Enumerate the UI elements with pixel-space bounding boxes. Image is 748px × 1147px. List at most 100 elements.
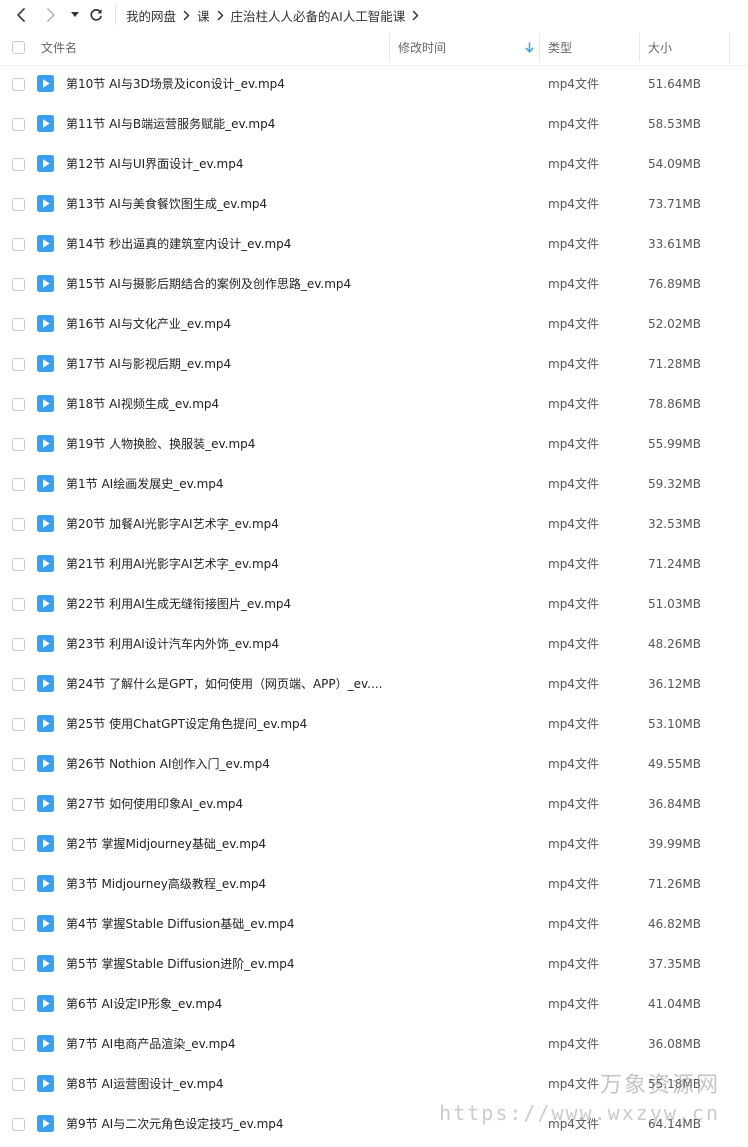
breadcrumb-item-current[interactable]: 庄治柱人人必备的AI人工智能课 [231, 6, 406, 25]
file-name[interactable]: 第17节 AI与影视后期_ev.mp4 [66, 344, 231, 384]
file-row[interactable]: 第1节 AI绘画发展史_ev.mp4 mp4文件 59.32MB [0, 464, 748, 504]
file-row[interactable]: 第21节 利用AI光影字AI艺术字_ev.mp4 mp4文件 71.24MB [0, 544, 748, 584]
file-row[interactable]: 第17节 AI与影视后期_ev.mp4 mp4文件 71.28MB [0, 344, 748, 384]
row-checkbox[interactable] [12, 638, 25, 651]
row-checkbox[interactable] [12, 318, 25, 331]
file-name[interactable]: 第16节 AI与文化产业_ev.mp4 [66, 304, 231, 344]
file-row[interactable]: 第6节 AI设定IP形象_ev.mp4 mp4文件 41.04MB [0, 984, 748, 1024]
file-name[interactable]: 第1节 AI绘画发展史_ev.mp4 [66, 464, 224, 504]
row-checkbox[interactable] [12, 278, 25, 291]
file-row[interactable]: 第5节 掌握Stable Diffusion进阶_ev.mp4 mp4文件 37.3… [0, 944, 748, 984]
column-type[interactable]: 类型 [548, 30, 572, 65]
row-checkbox[interactable] [12, 958, 25, 971]
row-checkbox[interactable] [12, 838, 25, 851]
row-checkbox[interactable] [12, 78, 25, 91]
file-row[interactable]: 第4节 掌握Stable Diffusion基础_ev.mp4 mp4文件 46.8… [0, 904, 748, 944]
file-row[interactable]: 第8节 AI运营图设计_ev.mp4 mp4文件 55.18MB [0, 1064, 748, 1104]
file-name[interactable]: 第21节 利用AI光影字AI艺术字_ev.mp4 [66, 544, 279, 584]
file-name[interactable]: 第27节 如何使用印象AI_ev.mp4 [66, 784, 243, 824]
file-name[interactable]: 第23节 利用AI设计汽车内外饰_ev.mp4 [66, 624, 279, 664]
row-checkbox[interactable] [12, 1038, 25, 1051]
row-checkbox[interactable] [12, 398, 25, 411]
chevron-right-icon[interactable] [412, 10, 419, 21]
row-checkbox[interactable] [12, 798, 25, 811]
file-row[interactable]: 第23节 利用AI设计汽车内外饰_ev.mp4 mp4文件 48.26MB [0, 624, 748, 664]
file-row[interactable]: 第10节 AI与3D场景及icon设计_ev.mp4 mp4文件 51.64MB [0, 64, 748, 104]
file-row[interactable]: 第18节 AI视频生成_ev.mp4 mp4文件 78.86MB [0, 384, 748, 424]
file-name[interactable]: 第19节 人物换脸、换服装_ev.mp4 [66, 424, 255, 464]
file-row[interactable]: 第14节 秒出逼真的建筑室内设计_ev.mp4 mp4文件 33.61MB [0, 224, 748, 264]
file-name[interactable]: 第9节 AI与二次元角色设定技巧_ev.mp4 [66, 1104, 284, 1144]
file-row[interactable]: 第19节 人物换脸、换服装_ev.mp4 mp4文件 55.99MB [0, 424, 748, 464]
file-name[interactable]: 第8节 AI运营图设计_ev.mp4 [66, 1064, 224, 1104]
file-name[interactable]: 第15节 AI与摄影后期结合的案例及创作思路_ev.mp4 [66, 264, 351, 304]
file-row[interactable]: 第24节 了解什么是GPT，如何使用（网页端、APP）_ev.... mp4文件 3… [0, 664, 748, 704]
file-name[interactable]: 第5节 掌握Stable Diffusion进阶_ev.mp4 [66, 944, 295, 984]
file-name[interactable]: 第24节 了解什么是GPT，如何使用（网页端、APP）_ev.... [66, 664, 382, 704]
column-divider[interactable] [539, 33, 540, 62]
file-name[interactable]: 第3节 Midjourney高级教程_ev.mp4 [66, 864, 266, 904]
file-row[interactable]: 第20节 加餐AI光影字AI艺术字_ev.mp4 mp4文件 32.53MB [0, 504, 748, 544]
file-name[interactable]: 第6节 AI设定IP形象_ev.mp4 [66, 984, 222, 1024]
row-checkbox[interactable] [12, 438, 25, 451]
row-checkbox[interactable] [12, 198, 25, 211]
file-name[interactable]: 第22节 利用AI生成无缝衔接图片_ev.mp4 [66, 584, 291, 624]
row-checkbox[interactable] [12, 1078, 25, 1091]
file-row[interactable]: 第12节 AI与UI界面设计_ev.mp4 mp4文件 54.09MB [0, 144, 748, 184]
forward-button[interactable] [40, 0, 62, 30]
row-checkbox[interactable] [12, 118, 25, 131]
breadcrumb-item-root[interactable]: 我的网盘 [126, 6, 176, 25]
file-row[interactable]: 第16节 AI与文化产业_ev.mp4 mp4文件 52.02MB [0, 304, 748, 344]
file-row[interactable]: 第27节 如何使用印象AI_ev.mp4 mp4文件 36.84MB [0, 784, 748, 824]
column-mtime[interactable]: 修改时间 [398, 30, 536, 65]
row-checkbox[interactable] [12, 918, 25, 931]
file-name[interactable]: 第12节 AI与UI界面设计_ev.mp4 [66, 144, 243, 184]
file-name[interactable]: 第4节 掌握Stable Diffusion基础_ev.mp4 [66, 904, 295, 944]
row-checkbox[interactable] [12, 478, 25, 491]
arrow-down-icon[interactable] [525, 42, 534, 53]
row-checkbox[interactable] [12, 878, 25, 891]
refresh-button[interactable] [86, 0, 106, 30]
file-name[interactable]: 第10节 AI与3D场景及icon设计_ev.mp4 [66, 64, 285, 104]
row-checkbox[interactable] [12, 1118, 25, 1131]
file-row[interactable]: 第25节 使用ChatGPT设定角色提问_ev.mp4 mp4文件 53.10MB [0, 704, 748, 744]
file-row[interactable]: 第2节 掌握Midjourney基础_ev.mp4 mp4文件 39.99MB [0, 824, 748, 864]
select-all-checkbox[interactable] [12, 41, 25, 54]
file-name[interactable]: 第13节 AI与美食餐饮图生成_ev.mp4 [66, 184, 267, 224]
row-checkbox[interactable] [12, 678, 25, 691]
file-name[interactable]: 第25节 使用ChatGPT设定角色提问_ev.mp4 [66, 704, 307, 744]
file-row[interactable]: 第11节 AI与B端运营服务赋能_ev.mp4 mp4文件 58.53MB [0, 104, 748, 144]
row-checkbox[interactable] [12, 558, 25, 571]
file-row[interactable]: 第9节 AI与二次元角色设定技巧_ev.mp4 mp4文件 64.14MB [0, 1104, 748, 1144]
row-checkbox[interactable] [12, 238, 25, 251]
row-checkbox[interactable] [12, 598, 25, 611]
file-name[interactable]: 第14节 秒出逼真的建筑室内设计_ev.mp4 [66, 224, 291, 264]
file-row[interactable]: 第15节 AI与摄影后期结合的案例及创作思路_ev.mp4 mp4文件 76.89M… [0, 264, 748, 304]
row-checkbox[interactable] [12, 518, 25, 531]
column-divider[interactable] [389, 33, 390, 62]
row-checkbox[interactable] [12, 998, 25, 1011]
file-row[interactable]: 第26节 Nothion AI创作入门_ev.mp4 mp4文件 49.55MB [0, 744, 748, 784]
row-checkbox[interactable] [12, 758, 25, 771]
back-button[interactable] [10, 0, 32, 30]
file-row[interactable]: 第13节 AI与美食餐饮图生成_ev.mp4 mp4文件 73.71MB [0, 184, 748, 224]
breadcrumb-item-folder[interactable]: 课 [197, 6, 210, 25]
file-name[interactable]: 第18节 AI视频生成_ev.mp4 [66, 384, 219, 424]
file-row[interactable]: 第7节 AI电商产品渲染_ev.mp4 mp4文件 36.08MB [0, 1024, 748, 1064]
column-name[interactable]: 文件名 [41, 30, 77, 65]
file-row[interactable]: 第3节 Midjourney高级教程_ev.mp4 mp4文件 71.26MB [0, 864, 748, 904]
column-size[interactable]: 大小 [648, 30, 672, 65]
file-row[interactable]: 第22节 利用AI生成无缝衔接图片_ev.mp4 mp4文件 51.03MB [0, 584, 748, 624]
file-row-checkbox-cell [12, 918, 25, 931]
file-name[interactable]: 第2节 掌握Midjourney基础_ev.mp4 [66, 824, 266, 864]
row-checkbox[interactable] [12, 718, 25, 731]
row-checkbox[interactable] [12, 158, 25, 171]
file-name[interactable]: 第20节 加餐AI光影字AI艺术字_ev.mp4 [66, 504, 279, 544]
row-checkbox[interactable] [12, 358, 25, 371]
file-name[interactable]: 第11节 AI与B端运营服务赋能_ev.mp4 [66, 104, 275, 144]
file-name[interactable]: 第7节 AI电商产品渲染_ev.mp4 [66, 1024, 236, 1064]
history-dropdown-button[interactable] [68, 0, 82, 30]
column-divider[interactable] [639, 33, 640, 62]
file-name[interactable]: 第26节 Nothion AI创作入门_ev.mp4 [66, 744, 270, 784]
column-divider[interactable] [729, 33, 730, 62]
